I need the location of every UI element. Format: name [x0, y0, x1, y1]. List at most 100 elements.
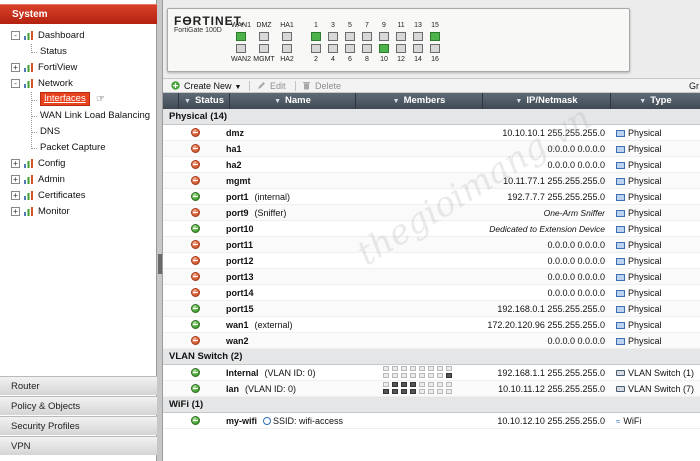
filter-icon[interactable]: ▼ — [515, 98, 522, 105]
interface-name-cell[interactable]: port13 — [226, 269, 356, 284]
table-row[interactable]: port14 0.0.0.0 0.0.0.0 Physical — [163, 285, 700, 301]
collapse-icon[interactable]: - — [11, 79, 20, 88]
nav-policy-objects[interactable]: Policy & Objects — [0, 396, 157, 415]
interface-name-cell[interactable]: port9 (Sniffer) — [226, 205, 356, 220]
filter-icon[interactable]: ▼ — [393, 98, 400, 105]
collapse-icon[interactable]: - — [11, 31, 20, 40]
group-header[interactable]: Physical (14) — [163, 109, 700, 125]
nav-item-dashboard[interactable]: - Dashboard — [0, 28, 157, 44]
group-header[interactable]: VLAN Switch (2) — [163, 349, 700, 365]
port-9[interactable] — [379, 32, 389, 41]
nav-item-network[interactable]: - Network — [0, 76, 157, 92]
group-header[interactable]: WiFi (1) — [163, 397, 700, 413]
interface-name-cell[interactable]: port12 — [226, 253, 356, 268]
table-row[interactable]: dmz 10.10.10.1 255.255.255.0 Physical — [163, 125, 700, 141]
sidebar-header-system[interactable]: System — [0, 4, 157, 24]
interface-name-cell[interactable]: wan1 (external) — [226, 317, 356, 332]
interface-name-cell[interactable]: wan2 — [226, 333, 356, 348]
interface-name-cell[interactable]: port11 — [226, 237, 356, 252]
port-11[interactable] — [396, 32, 406, 41]
interface-name-cell[interactable]: lan (VLAN ID: 0) — [226, 381, 356, 396]
table-row[interactable]: ha2 0.0.0.0 0.0.0.0 Physical — [163, 157, 700, 173]
port-7[interactable] — [362, 32, 372, 41]
nav-vpn[interactable]: VPN — [0, 436, 157, 455]
table-row[interactable]: port11 0.0.0.0 0.0.0.0 Physical — [163, 237, 700, 253]
interface-name-cell[interactable]: dmz — [226, 125, 356, 140]
table-row[interactable]: port13 0.0.0.0 0.0.0.0 Physical — [163, 269, 700, 285]
table-row[interactable]: my-wifi SSID: wifi-access 10.10.12.10 255.… — [163, 413, 700, 429]
filter-icon[interactable]: ▼ — [184, 98, 191, 105]
expand-icon[interactable]: + — [11, 63, 20, 72]
expand-icon[interactable]: + — [11, 175, 20, 184]
nav-item-dns[interactable]: DNS — [0, 124, 157, 140]
port-ha1[interactable] — [282, 32, 292, 41]
toolbar-right-cut[interactable]: Gr — [689, 79, 699, 93]
delete-button[interactable]: Delete — [302, 79, 341, 93]
table-row[interactable]: port9 (Sniffer) One-Arm Sniffer Physical — [163, 205, 700, 221]
table-row[interactable]: port1 (internal) 192.7.7.7 255.255.255.0 Ph… — [163, 189, 700, 205]
nav-item-status[interactable]: Status — [0, 44, 157, 60]
expand-icon[interactable]: + — [11, 191, 20, 200]
interface-name-cell[interactable]: Internal (VLAN ID: 0) — [226, 365, 356, 380]
nav-item-interfaces[interactable]: Interfaces ☞ — [0, 92, 157, 108]
table-row[interactable]: lan (VLAN ID: 0) 10.10.11.12 255.255.255.0… — [163, 381, 700, 397]
table-row[interactable]: port12 0.0.0.0 0.0.0.0 Physical — [163, 253, 700, 269]
port-8[interactable] — [362, 44, 372, 53]
nav-router[interactable]: Router — [0, 376, 157, 395]
nav-item-admin[interactable]: + Admin — [0, 172, 157, 188]
nav-item-fortiview[interactable]: + FortiView — [0, 60, 157, 76]
port-dmz[interactable] — [259, 32, 269, 41]
interface-name-cell[interactable]: ha1 — [226, 141, 356, 156]
port-13[interactable] — [413, 32, 423, 41]
table-row[interactable]: mgmt 10.11.77.1 255.255.255.0 Physical — [163, 173, 700, 189]
nav-item-config[interactable]: + Config — [0, 156, 157, 172]
interface-name-cell[interactable]: port14 — [226, 285, 356, 300]
edit-button[interactable]: Edit — [257, 79, 286, 93]
splitter-grip-icon[interactable] — [158, 254, 162, 274]
interface-name-cell[interactable]: ha2 — [226, 157, 356, 172]
port-wan2[interactable] — [236, 44, 246, 53]
column-status[interactable]: ▼ Status — [179, 93, 230, 109]
select-all-column[interactable] — [163, 93, 179, 109]
port-6[interactable] — [345, 44, 355, 53]
port-16[interactable] — [430, 44, 440, 53]
interface-name-cell[interactable]: port10 — [226, 221, 356, 236]
port-15[interactable] — [430, 32, 440, 41]
port-5[interactable] — [345, 32, 355, 41]
expand-icon[interactable]: + — [11, 159, 20, 168]
column-members[interactable]: ▼ Members — [356, 93, 483, 109]
table-row[interactable]: wan2 0.0.0.0 0.0.0.0 Physical — [163, 333, 700, 349]
table-row[interactable]: wan1 (external) 172.20.120.96 255.255.255.… — [163, 317, 700, 333]
nav-item-packet-capture[interactable]: Packet Capture — [0, 140, 157, 156]
filter-icon[interactable]: ▼ — [274, 98, 281, 105]
port-1[interactable] — [311, 32, 321, 41]
port-wan1[interactable] — [236, 32, 246, 41]
table-row[interactable]: Internal (VLAN ID: 0) 192.168.1.1 255.255.… — [163, 365, 700, 381]
filter-icon[interactable]: ▼ — [639, 98, 646, 105]
table-row[interactable]: ha1 0.0.0.0 0.0.0.0 Physical — [163, 141, 700, 157]
nav-item-monitor[interactable]: + Monitor — [0, 204, 157, 220]
port-10[interactable] — [379, 44, 389, 53]
interface-name-cell[interactable]: my-wifi SSID: wifi-access — [226, 413, 356, 428]
interface-name-cell[interactable]: port1 (internal) — [226, 189, 356, 204]
column-type[interactable]: ▼ Type — [611, 93, 700, 109]
table-row[interactable]: port10 Dedicated to Extension Device Physi… — [163, 221, 700, 237]
port-2[interactable] — [311, 44, 321, 53]
port-12[interactable] — [396, 44, 406, 53]
port-ha2[interactable] — [282, 44, 292, 53]
port-4[interactable] — [328, 44, 338, 53]
interface-name-cell[interactable]: port15 — [226, 301, 356, 316]
nav-item-wan-link-load-balancing[interactable]: WAN Link Load Balancing — [0, 108, 157, 124]
nav-item-certificates[interactable]: + Certificates — [0, 188, 157, 204]
create-new-button[interactable]: Create New ▼ — [171, 79, 241, 93]
column-name-label: Name — [285, 95, 311, 106]
column-ip-netmask[interactable]: ▼ IP/Netmask — [483, 93, 611, 109]
expand-icon[interactable]: + — [11, 207, 20, 216]
port-mgmt[interactable] — [259, 44, 269, 53]
port-14[interactable] — [413, 44, 423, 53]
nav-security-profiles[interactable]: Security Profiles — [0, 416, 157, 435]
interface-name-cell[interactable]: mgmt — [226, 173, 356, 188]
table-row[interactable]: port15 192.168.0.1 255.255.255.0 Physical — [163, 301, 700, 317]
port-3[interactable] — [328, 32, 338, 41]
column-name[interactable]: ▼ Name — [230, 93, 356, 109]
